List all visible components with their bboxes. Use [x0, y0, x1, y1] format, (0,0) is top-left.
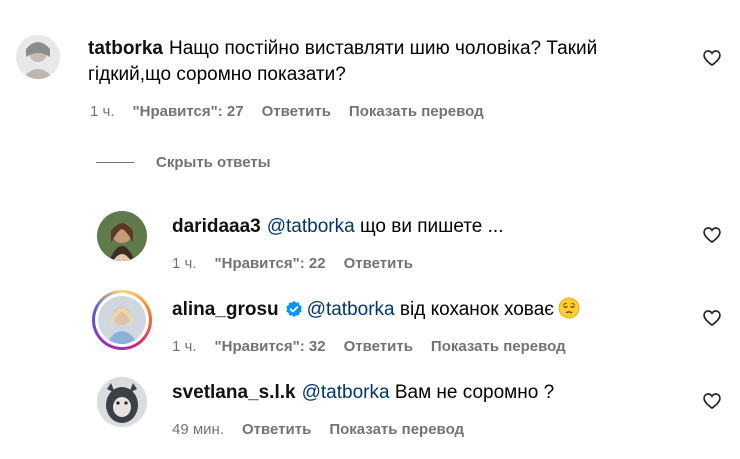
username[interactable]: svetlana_s.l.k	[172, 382, 296, 403]
hide-replies-label: Скрыть ответы	[156, 154, 271, 171]
comment-text: що ви пишете ...	[359, 216, 504, 237]
reply-button[interactable]: Ответить	[344, 255, 413, 272]
mention-link[interactable]: @tatborka	[267, 216, 355, 237]
username[interactable]: alina_grosu	[172, 299, 279, 320]
translate-button[interactable]: Показать перевод	[431, 338, 566, 355]
comment-body: daridaaa3 @tatborka що ви пишете ...	[172, 214, 672, 240]
comment-body: alina_grosu @tatborka від коханок ховає	[172, 297, 672, 323]
username[interactable]: daridaaa3	[172, 216, 261, 237]
avatar-image	[97, 211, 147, 261]
comment-body: tatborka Нащо постійно виставляти шию чол…	[88, 36, 648, 88]
comment-body: svetlana_s.l.k @tatborka Вам не соромно ?	[172, 380, 672, 406]
pensive-face-emoji	[558, 297, 580, 319]
mention-link[interactable]: @tatborka	[307, 299, 395, 320]
reply-button[interactable]: Ответить	[344, 338, 413, 355]
likes-count[interactable]: "Нравится": 27	[133, 103, 244, 120]
avatar-image	[16, 35, 60, 79]
avatar[interactable]	[97, 211, 147, 261]
heart-icon[interactable]	[702, 391, 722, 411]
heart-icon[interactable]	[702, 48, 722, 68]
comment-meta: 1 ч. "Нравится": 27 Ответить Показать пе…	[90, 103, 484, 120]
verified-badge-icon	[285, 300, 302, 318]
comment-text: Нащо постійно виставляти шию чоловіка? Т…	[88, 38, 598, 85]
mention-link[interactable]: @tatborka	[302, 382, 390, 403]
timestamp[interactable]: 1 ч.	[172, 338, 197, 355]
likes-count[interactable]: "Нравится": 32	[215, 338, 326, 355]
avatar[interactable]	[97, 377, 147, 427]
avatar-story-ring[interactable]	[92, 290, 152, 350]
hide-replies-button[interactable]: Скрыть ответы	[96, 154, 271, 171]
avatar[interactable]	[16, 35, 60, 79]
reply-button[interactable]: Ответить	[262, 103, 331, 120]
timestamp[interactable]: 1 ч.	[172, 255, 197, 272]
divider-line	[96, 162, 134, 163]
comment-meta: 1 ч. "Нравится": 22 Ответить	[172, 255, 413, 272]
comment-meta: 1 ч. "Нравится": 32 Ответить Показать пе…	[172, 338, 566, 355]
translate-button[interactable]: Показать перевод	[349, 103, 484, 120]
translate-button[interactable]: Показать перевод	[329, 421, 464, 438]
timestamp[interactable]: 1 ч.	[90, 103, 115, 120]
heart-icon[interactable]	[702, 225, 722, 245]
comment-text: від коханок ховає	[399, 299, 554, 320]
avatar-image	[97, 377, 147, 427]
reply-button[interactable]: Ответить	[242, 421, 311, 438]
avatar-image	[98, 296, 146, 344]
timestamp[interactable]: 49 мин.	[172, 421, 224, 438]
comment-text: Вам не соромно ?	[394, 382, 555, 403]
heart-icon[interactable]	[702, 308, 722, 328]
username[interactable]: tatborka	[88, 38, 163, 59]
comment-meta: 49 мин. Ответить Показать перевод	[172, 421, 464, 438]
likes-count[interactable]: "Нравится": 22	[215, 255, 326, 272]
